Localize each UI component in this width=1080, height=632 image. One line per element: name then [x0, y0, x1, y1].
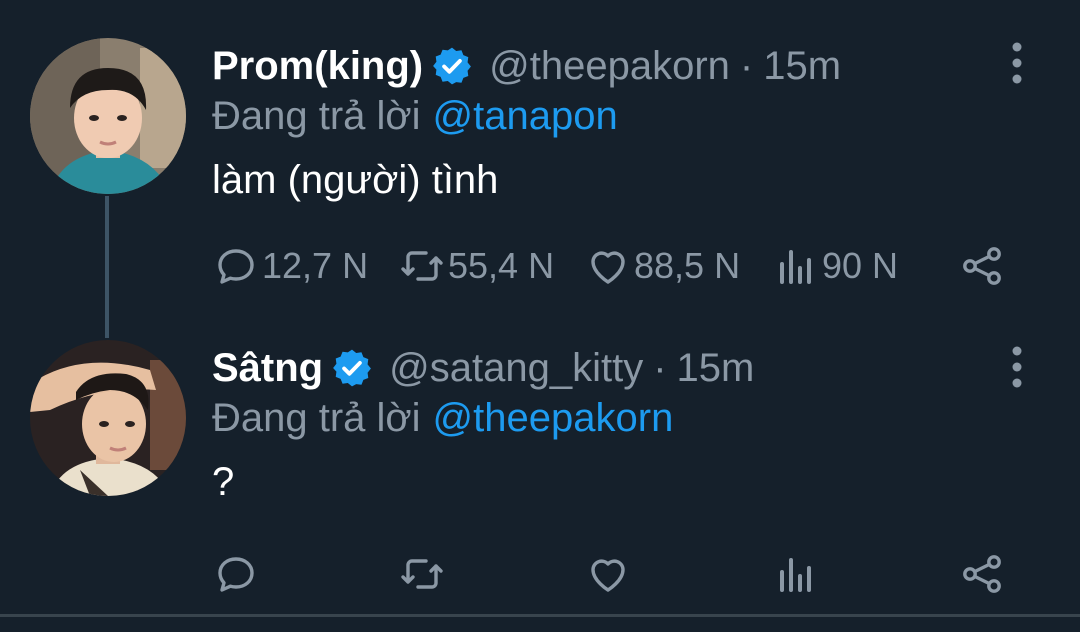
reply-mention-link[interactable]: @theepakorn: [433, 396, 674, 441]
tweet-header: Prom(king) @theepakorn · 15m: [212, 38, 841, 94]
share-button[interactable]: [958, 238, 1006, 294]
more-options-icon[interactable]: [1004, 40, 1030, 90]
retweet-button[interactable]: [398, 546, 448, 602]
views-count: 90 N: [822, 245, 899, 286]
tweet-actions: [212, 546, 1012, 602]
reply-icon: [218, 557, 254, 592]
tweet-text: làm (người) tình: [212, 158, 499, 202]
user-handle[interactable]: @theepakorn: [489, 44, 730, 89]
display-name[interactable]: Sâtng: [212, 346, 323, 391]
reply-icon: [218, 249, 254, 284]
avatar[interactable]: [30, 340, 186, 496]
like-button[interactable]: 88,5 N: [584, 238, 740, 294]
reply-button[interactable]: 12,7 N: [212, 238, 368, 294]
verified-badge-icon: [333, 349, 372, 387]
replying-to: Đang trả lời @tanapon: [212, 90, 618, 142]
like-count: 88,5 N: [634, 245, 741, 286]
views-button[interactable]: 90 N: [772, 238, 898, 294]
retweet-button[interactable]: 55,4 N: [398, 238, 554, 294]
avatar[interactable]: [30, 38, 186, 194]
views-button[interactable]: [772, 546, 822, 602]
timestamp[interactable]: 15m: [677, 346, 755, 391]
tweet-header: Sâtng @satang_kitty · 15m: [212, 340, 754, 396]
views-chart-icon: [780, 250, 811, 284]
share-icon: [963, 247, 1001, 285]
separator-dot: ·: [739, 43, 754, 88]
like-button[interactable]: [584, 546, 634, 602]
share-icon: [963, 555, 1001, 593]
divider: [0, 614, 1080, 617]
user-handle[interactable]: @satang_kitty: [389, 346, 643, 391]
share-button[interactable]: [958, 546, 1006, 602]
views-chart-icon: [780, 558, 811, 592]
heart-icon: [591, 559, 625, 592]
reply-button[interactable]: [212, 546, 262, 602]
tweet[interactable]: Prom(king) @theepakorn · 15m Đang trả lờ…: [0, 0, 1080, 318]
retweet-count: 55,4 N: [448, 245, 555, 286]
separator-dot: ·: [653, 345, 667, 390]
replying-to-label: Đang trả lời: [212, 93, 421, 138]
reply-count: 12,7 N: [262, 245, 369, 286]
reply-mention-link[interactable]: @tanapon: [433, 94, 618, 139]
replying-to: Đang trả lời @theepakorn: [212, 392, 673, 444]
retweet-icon: [401, 559, 443, 589]
tweet-text: ?: [212, 460, 235, 504]
verified-badge-icon: [433, 47, 472, 85]
replying-to-label: Đang trả lời: [212, 395, 421, 440]
display-name[interactable]: Prom(king): [212, 44, 423, 89]
timestamp[interactable]: 15m: [763, 44, 841, 89]
more-options-icon[interactable]: [1004, 344, 1030, 394]
retweet-icon: [401, 251, 443, 281]
heart-icon: [591, 251, 625, 284]
tweet[interactable]: Sâtng @satang_kitty · 15m Đang trả lời @…: [0, 318, 1080, 614]
tweet-actions: 12,7 N 55,4 N 88,5 N 90 N: [212, 238, 1012, 294]
